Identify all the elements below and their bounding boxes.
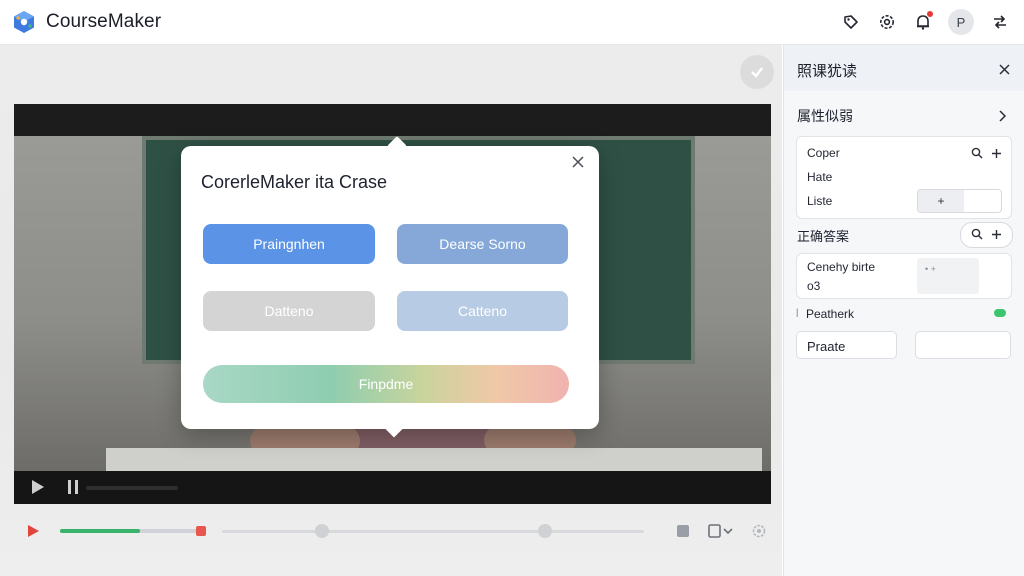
settings-small-icon[interactable]: [749, 521, 769, 541]
text-field[interactable]: Praate: [796, 331, 897, 359]
share-icon[interactable]: [988, 10, 1012, 34]
chevron-right-icon[interactable]: [995, 108, 1011, 124]
video-play-icon[interactable]: [32, 480, 44, 494]
close-icon[interactable]: [994, 59, 1014, 79]
answer-line-2: o3: [807, 279, 821, 293]
answer-search-pill[interactable]: [960, 222, 1013, 248]
text-field-value: Praate: [807, 339, 846, 354]
option-button-4[interactable]: Catteno: [397, 291, 568, 331]
bullet-marker: |: [796, 307, 799, 317]
tag-icon[interactable]: [839, 10, 863, 34]
timeline-knob[interactable]: [538, 524, 552, 538]
record-marker-icon[interactable]: [196, 526, 206, 536]
stepper-increment-button[interactable]: +: [918, 190, 964, 212]
option-button-1[interactable]: Praingnhen: [203, 224, 375, 264]
thumbnail-caption: • +: [925, 264, 936, 274]
quantity-stepper[interactable]: +: [917, 189, 1002, 213]
progress-track[interactable]: [60, 529, 205, 533]
video-control-bar: [14, 471, 771, 504]
avatar[interactable]: P: [948, 9, 974, 35]
search-icon[interactable]: [970, 227, 984, 241]
panel-title: 照课犹读: [797, 63, 858, 80]
app-header: CourseMaker P: [0, 0, 1024, 45]
logo-icon: [14, 11, 34, 33]
plus-icon[interactable]: [989, 146, 1003, 160]
finish-button[interactable]: Finpdme: [203, 365, 569, 403]
panel-header: 照课犹读: [784, 45, 1024, 91]
option-button-2[interactable]: Dearse Sorno: [397, 224, 568, 264]
desk-image: [106, 448, 762, 471]
check-fab-button[interactable]: [740, 55, 774, 89]
search-icon[interactable]: [970, 146, 984, 160]
option-button-3[interactable]: Datteno: [203, 291, 375, 331]
timeline-knob[interactable]: [315, 524, 329, 538]
video-pause-icon[interactable]: [68, 480, 78, 494]
bookmark-icon[interactable]: [673, 521, 693, 541]
player-controls: [0, 515, 782, 575]
check-icon: [751, 67, 763, 78]
close-icon[interactable]: [568, 152, 588, 172]
answer-thumbnail[interactable]: • +: [917, 258, 979, 294]
card-line-2: Hate: [807, 170, 833, 184]
answer-label: 正确答案: [797, 229, 850, 244]
create-course-dialog: CorerleMaker ita Crase Praingnhen Dearse…: [181, 136, 599, 438]
app-title: CourseMaker: [46, 11, 162, 32]
section-label: 属性似弱: [797, 108, 853, 124]
plus-icon[interactable]: [989, 227, 1003, 241]
text-field-2[interactable]: [915, 331, 1011, 359]
play-button[interactable]: [28, 525, 39, 537]
video-scrubber[interactable]: [86, 486, 178, 490]
status-toggle[interactable]: [994, 309, 1006, 317]
settings-icon[interactable]: [875, 10, 899, 34]
card-line-1: Coper: [807, 146, 840, 160]
properties-panel: 照课犹读 属性似弱 Coper Hate Liste + 正确答案 Cenehy…: [783, 45, 1024, 576]
caption-toggle-icon[interactable]: [707, 521, 737, 541]
toggle-label: Peatherk: [806, 307, 855, 321]
bell-icon[interactable]: [911, 10, 935, 34]
timeline-track[interactable]: [222, 530, 644, 533]
answer-line-1: Cenehy birte: [807, 260, 876, 274]
card-line-3: Liste: [807, 194, 833, 208]
dialog-title: CorerleMaker ita Crase: [201, 172, 388, 192]
progress-fill: [60, 529, 140, 533]
notification-dot: [927, 11, 933, 17]
